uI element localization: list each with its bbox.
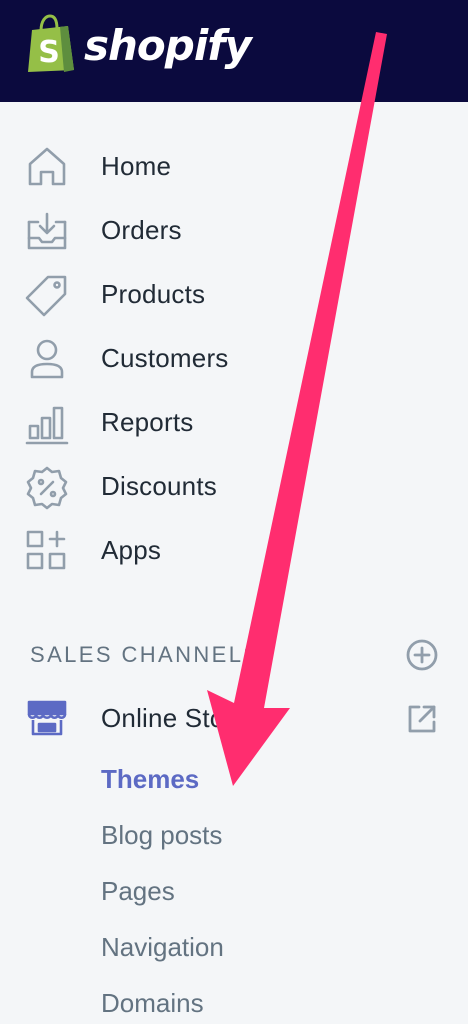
bar-chart-icon	[25, 406, 69, 445]
nav-item-online-store[interactable]: Online Store	[0, 686, 468, 750]
sub-item-domains[interactable]: Domains	[101, 987, 204, 1019]
nav-label-apps: Apps	[101, 535, 162, 565]
nav-label-orders: Orders	[101, 215, 182, 245]
nav-item-customers[interactable]: Customers	[0, 326, 468, 390]
svg-text:S: S	[38, 35, 60, 70]
nav-item-apps[interactable]: Apps	[0, 518, 468, 582]
sub-item-blog-posts[interactable]: Blog posts	[101, 819, 222, 851]
tag-icon	[25, 275, 67, 317]
storefront-icon	[27, 700, 67, 736]
nav-item-orders[interactable]: Orders	[0, 198, 468, 262]
discount-badge-icon	[26, 466, 68, 510]
nav-item-discounts[interactable]: Discounts	[0, 454, 468, 518]
external-link-icon[interactable]	[404, 701, 440, 737]
nav-label-online-store: Online Store	[101, 703, 248, 733]
sub-item-themes[interactable]: Themes	[101, 763, 199, 795]
apps-grid-icon	[26, 530, 66, 570]
top-bar: S shopify	[0, 0, 468, 102]
brand-wordmark[interactable]: shopify	[84, 18, 252, 74]
sub-item-pages[interactable]: Pages	[101, 875, 175, 907]
orders-inbox-icon	[27, 212, 67, 250]
nav-item-products[interactable]: Products	[0, 262, 468, 326]
nav-label-products: Products	[101, 279, 206, 309]
home-icon	[28, 147, 66, 186]
nav-item-reports[interactable]: Reports	[0, 390, 468, 454]
person-icon	[30, 339, 64, 379]
shopify-bag-logo-icon[interactable]: S	[24, 14, 78, 74]
nav-label-customers: Customers	[101, 343, 229, 373]
nav-label-discounts: Discounts	[101, 471, 217, 501]
sales-channels-heading: SALES CHANNELS	[30, 642, 261, 667]
sub-item-navigation[interactable]: Navigation	[101, 931, 224, 963]
nav-label-reports: Reports	[101, 407, 194, 437]
nav-label-home: Home	[101, 151, 172, 181]
nav-item-home[interactable]: Home	[0, 134, 468, 198]
plus-circle-icon[interactable]	[404, 637, 440, 673]
